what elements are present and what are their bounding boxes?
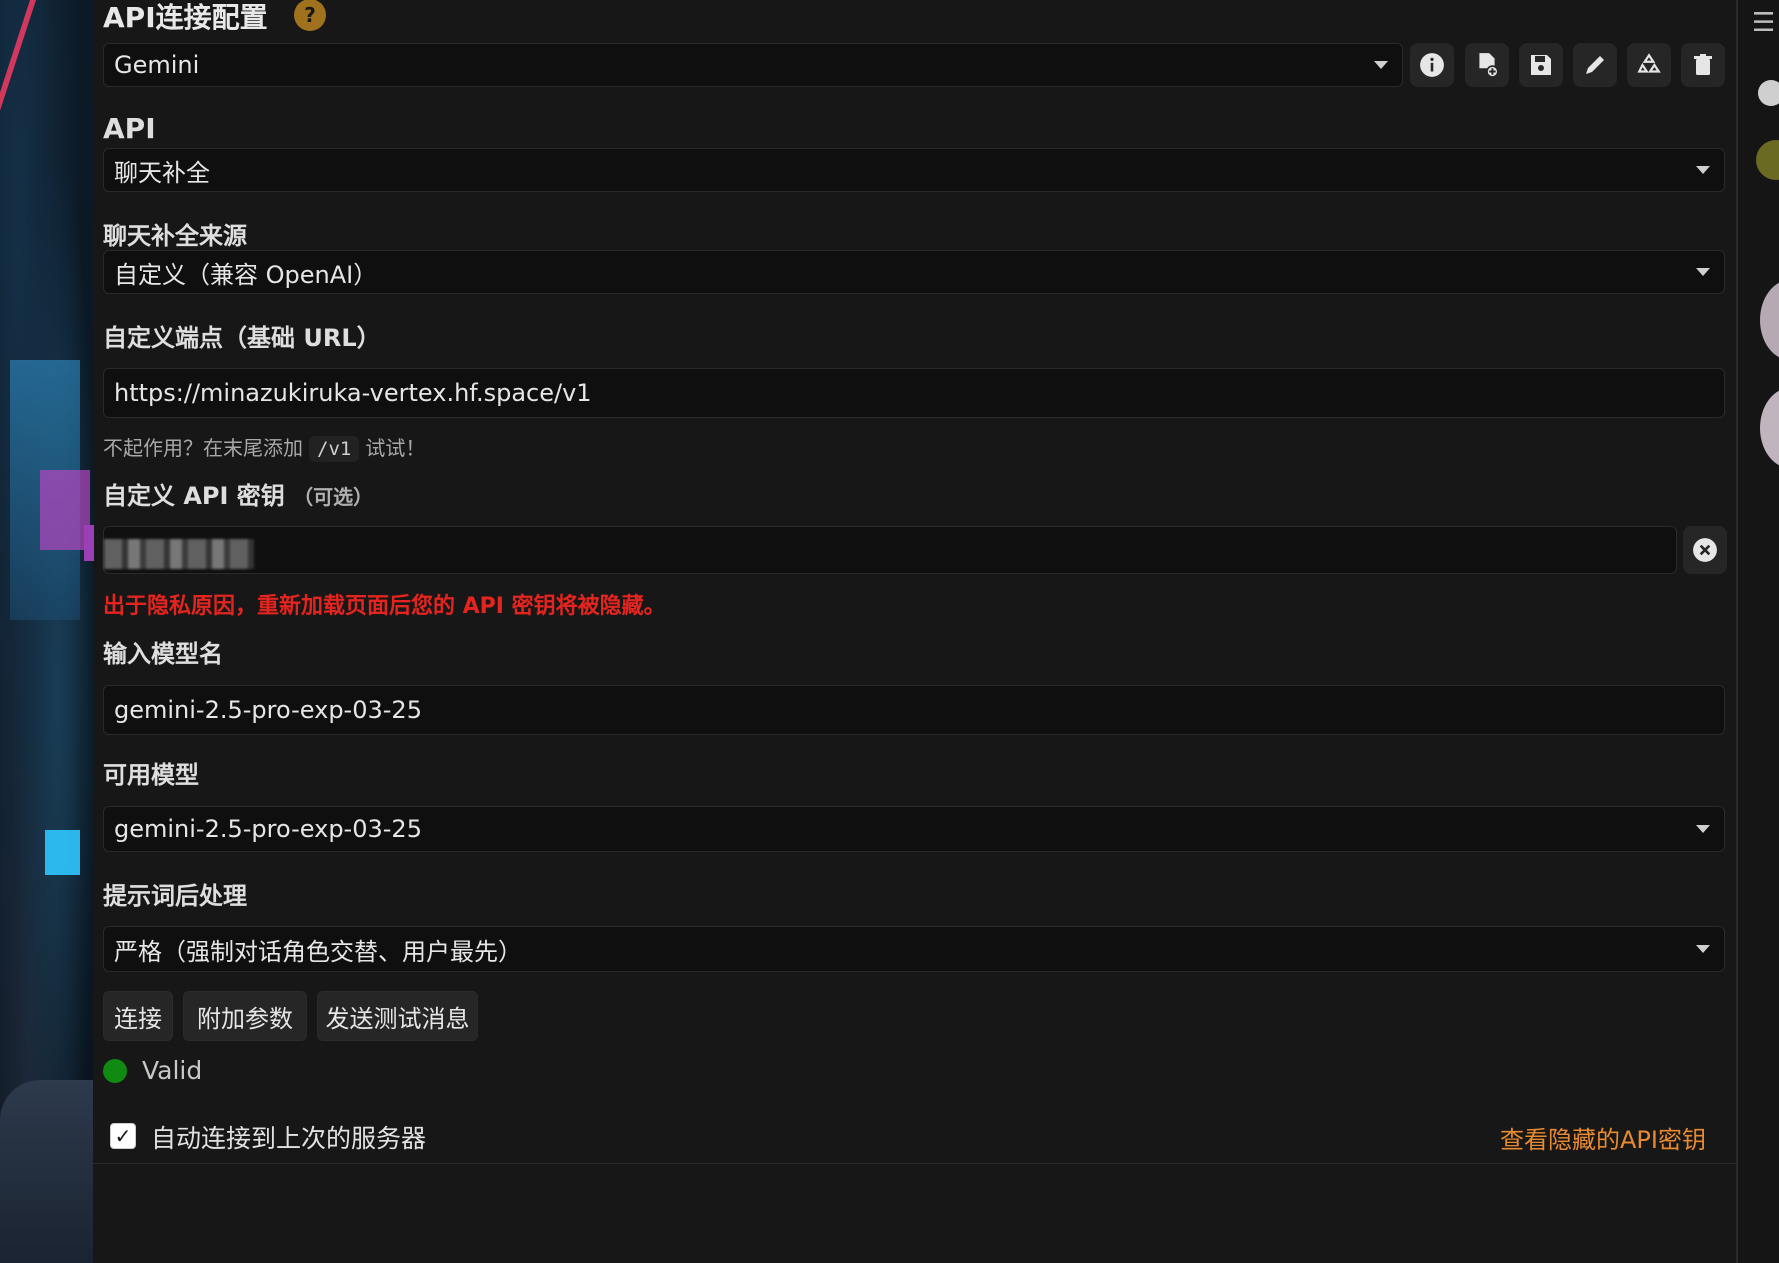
endpoint-label: 自定义端点（基础 URL） [103,324,381,352]
menu-icon[interactable]: ☰ [1752,8,1775,38]
help-icon[interactable]: ? [294,0,326,31]
info-icon[interactable] [1410,43,1454,87]
save-icon[interactable] [1519,43,1563,87]
view-hidden-keys-link[interactable]: 查看隐藏的API密钥 [1500,1120,1706,1155]
extra-params-button[interactable]: 附加参数 [183,991,307,1041]
file-add-icon[interactable] [1465,43,1509,87]
close-icon [1693,538,1717,562]
background-art [0,0,93,1263]
available-models-label: 可用模型 [103,761,199,789]
pencil-icon[interactable] [1573,43,1617,87]
connect-button[interactable]: 连接 [103,991,173,1041]
api-label: API [103,112,156,145]
available-models-select[interactable]: gemini-2.5-pro-exp-03-25 [103,806,1725,852]
api-key-label: 自定义 API 密钥 （可选） [103,476,373,511]
background-streak [0,0,37,180]
api-key-optional-note: （可选） [293,485,374,509]
api-key-label-text: 自定义 API 密钥 [103,482,285,510]
endpoint-hint: 不起作用？在末尾添加/v1 试试！ [103,432,425,462]
connection-profile-select[interactable]: Gemini [103,43,1403,87]
trash-icon[interactable] [1681,43,1725,87]
avatar[interactable] [1760,388,1779,468]
source-select[interactable]: 自定义（兼容 OpenAI） [103,250,1725,294]
background-edge [84,525,94,561]
chevron-down-icon [1696,945,1710,953]
postprocess-select[interactable]: 严格（强制对话角色交替、用户最先） [103,926,1725,972]
chevron-down-icon [1696,268,1710,276]
background-screen [45,830,80,875]
page-title: API连接配置 [103,1,268,34]
api-key-input[interactable] [103,526,1677,574]
auto-connect-label: 自动连接到上次的服务器 [151,1124,427,1153]
model-name-input[interactable]: gemini-2.5-pro-exp-03-25 [103,685,1725,735]
endpoint-hint-code: /v1 [309,436,360,462]
api-key-privacy-warning: 出于隐私原因，重新加载页面后您的 API 密钥将被隐藏。 [103,594,666,619]
source-select-value: 自定义（兼容 OpenAI） [114,260,378,289]
background-screen [40,470,90,550]
endpoint-hint-suffix: 试试！ [365,436,426,460]
user-icon[interactable] [1758,80,1779,106]
status-text: Valid [142,1056,203,1085]
api-key-masked-value [104,539,254,569]
endpoint-input-value: https://minazukiruka-vertex.hf.space/v1 [114,379,592,407]
api-select-value: 聊天补全 [114,158,210,187]
model-input-label: 输入模型名 [103,640,223,668]
model-name-input-value: gemini-2.5-pro-exp-03-25 [114,696,422,724]
star-icon[interactable] [1756,140,1779,180]
postprocess-select-value: 严格（强制对话角色交替、用户最先） [114,937,522,966]
avatar[interactable] [1760,280,1779,360]
background-chair [0,1080,93,1263]
clear-api-key-button[interactable] [1683,526,1727,574]
divider [93,1163,1736,1164]
endpoint-hint-prefix: 不起作用？在末尾添加 [103,436,303,460]
connection-profile-value: Gemini [114,51,200,79]
api-select[interactable]: 聊天补全 [103,148,1725,192]
chevron-down-icon [1696,825,1710,833]
right-sidebar: ☰ [1736,0,1779,1263]
postprocess-label: 提示词后处理 [103,882,247,910]
chevron-down-icon [1374,61,1388,69]
chevron-down-icon [1696,166,1710,174]
auto-connect-checkbox[interactable]: ✓ [110,1123,136,1149]
available-models-select-value: gemini-2.5-pro-exp-03-25 [114,815,422,843]
send-test-message-button[interactable]: 发送测试消息 [317,991,478,1041]
endpoint-input[interactable]: https://minazukiruka-vertex.hf.space/v1 [103,368,1725,418]
source-label: 聊天补全来源 [103,222,247,250]
status-indicator [103,1059,127,1083]
recycle-icon[interactable] [1627,43,1671,87]
